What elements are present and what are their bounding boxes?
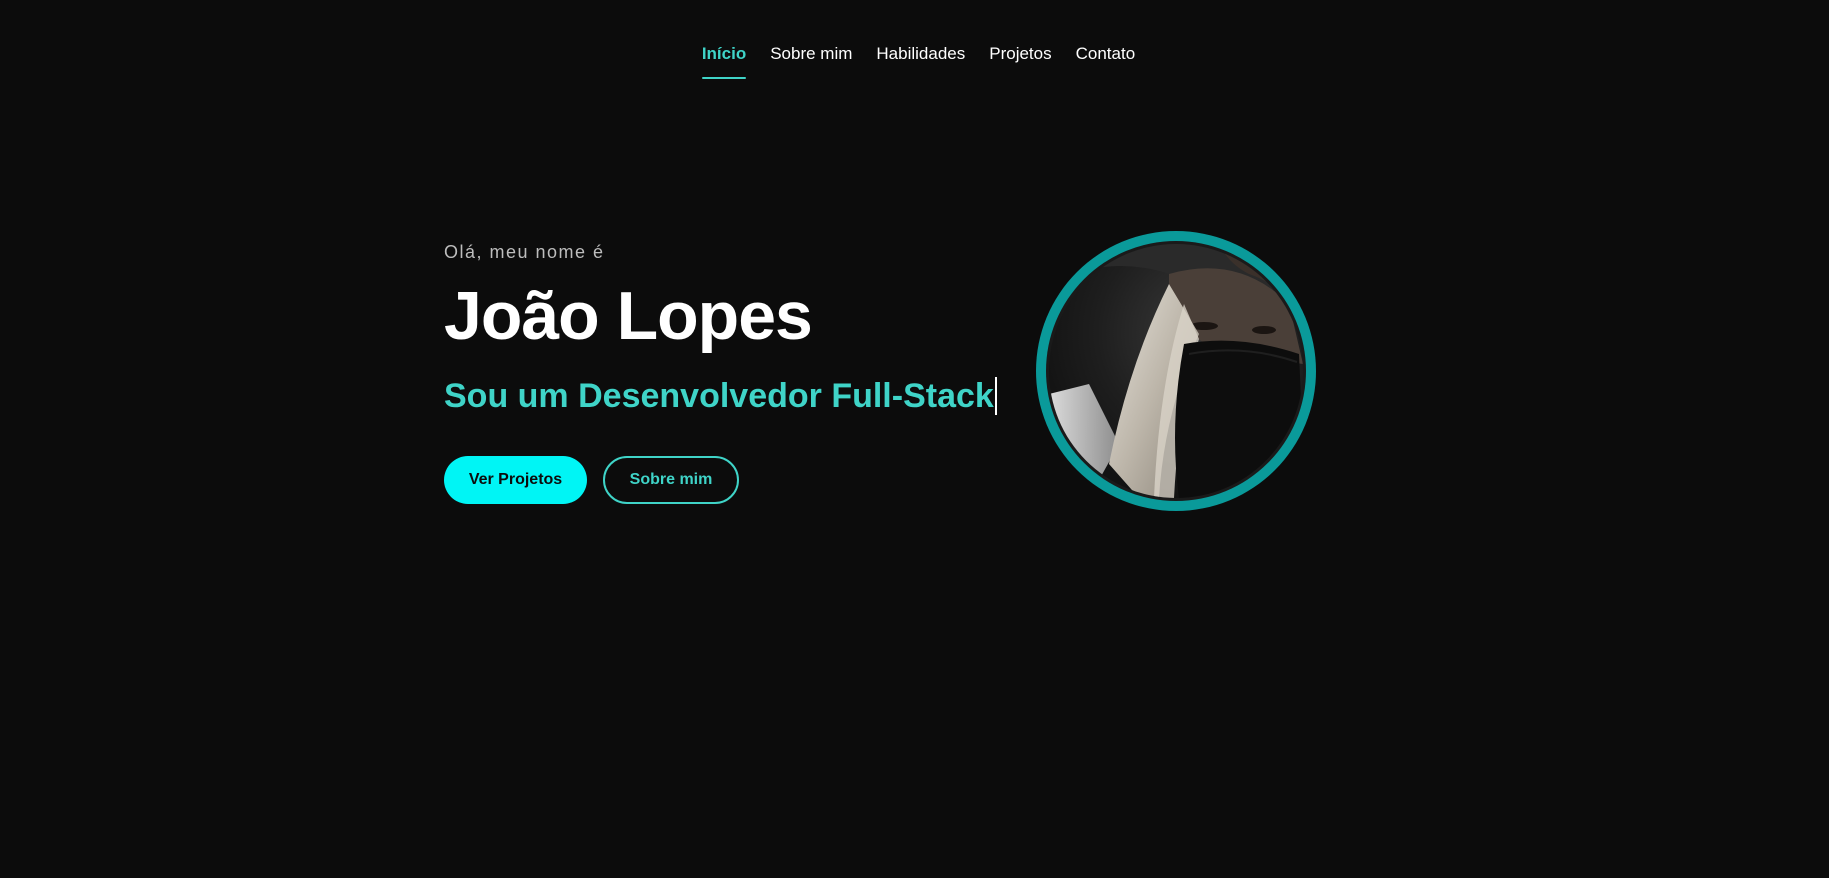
active-nav-underline: [701, 77, 747, 79]
typing-caret: [994, 377, 997, 415]
nav-list: Início Sobre mim Habilidades Projetos Co…: [690, 44, 1148, 79]
hero-section: Olá, meu nome é João Lopes Sou um Desenv…: [444, 240, 1004, 504]
page: Início Sobre mim Habilidades Projetos Co…: [0, 0, 1829, 878]
main-nav: Início Sobre mim Habilidades Projetos Co…: [0, 44, 1829, 79]
hero-role-line: Sou um Desenvolvedor Full-Stack: [444, 376, 1004, 416]
hero-buttons: Ver Projetos Sobre mim: [444, 456, 1004, 504]
hero-role: Sou um Desenvolvedor Full-Stack: [444, 377, 994, 415]
nav-item-sobre-mim[interactable]: Sobre mim: [758, 44, 864, 64]
hero-name: João Lopes: [444, 278, 813, 354]
nav-item-inicio[interactable]: Início: [690, 44, 758, 79]
ver-projetos-button[interactable]: Ver Projetos: [444, 456, 587, 504]
avatar-photo: [1049, 244, 1303, 498]
nav-item-projetos[interactable]: Projetos: [977, 44, 1063, 64]
nav-item-label: Início: [701, 44, 747, 63]
nav-item-contato[interactable]: Contato: [1064, 44, 1148, 64]
nav-item-label: Contato: [1075, 44, 1136, 63]
hero-greeting: Olá, meu nome é: [444, 242, 605, 262]
avatar-frame: [1046, 241, 1306, 501]
nav-item-label: Sobre mim: [770, 44, 853, 63]
nav-item-habilidades[interactable]: Habilidades: [864, 44, 977, 64]
nav-item-label: Habilidades: [876, 44, 966, 63]
nav-item-label: Projetos: [989, 44, 1052, 63]
sobre-mim-button[interactable]: Sobre mim: [603, 456, 739, 504]
avatar: [1036, 231, 1316, 511]
